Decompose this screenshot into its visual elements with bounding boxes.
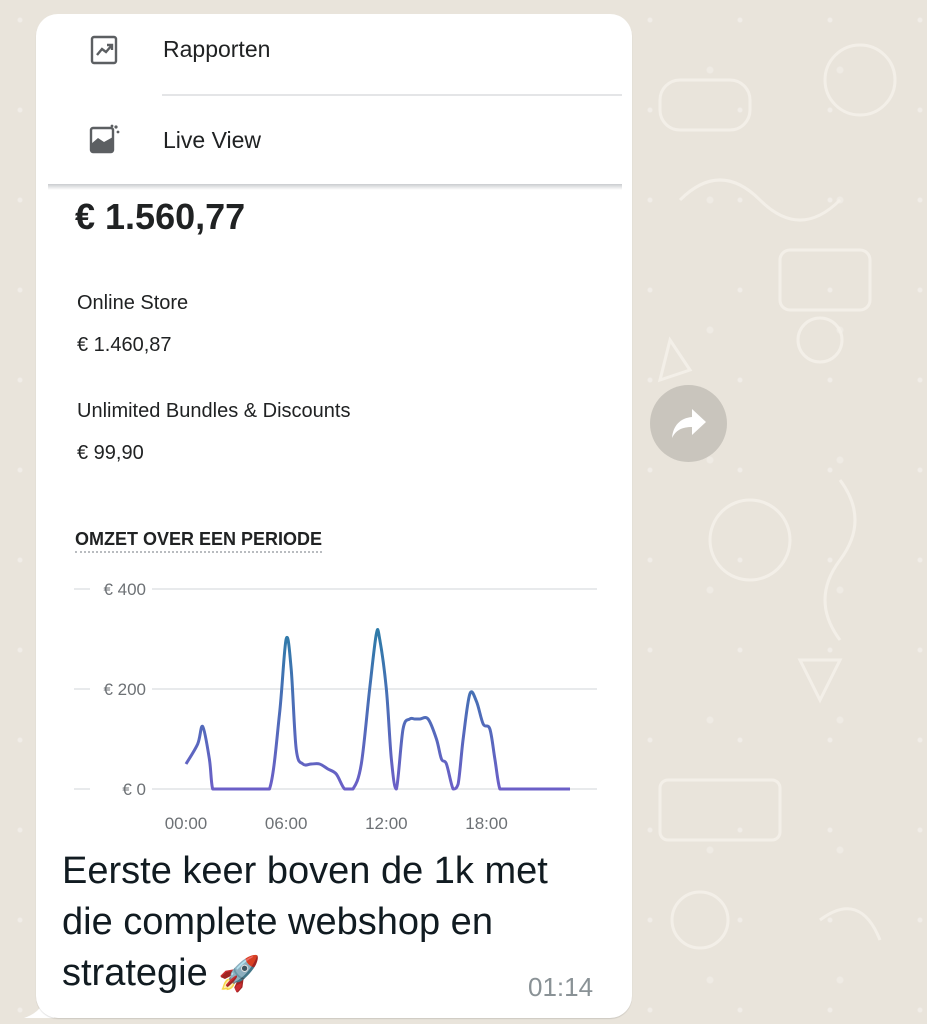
live-view-icon [89, 124, 120, 154]
message-timestamp: 01:14 [528, 972, 594, 1002]
total-sales-value: € 1.560,77 [75, 196, 246, 237]
menu-item-label: Rapporten [163, 35, 271, 62]
message-text: Eerste keer boven de 1k met die complete… [62, 850, 548, 994]
message-caption: Eerste keer boven de 1k met die complete… [62, 846, 602, 1000]
sales-chart: € 0 € 200 € 400 00:00 06:00 12:00 18:00 [74, 578, 597, 833]
menu-item-live-view[interactable]: Live View [48, 95, 622, 185]
menu-item-rapporten[interactable]: Rapporten [48, 4, 622, 94]
x-tick-label: 06:00 [265, 814, 308, 833]
x-tick-label: 00:00 [165, 814, 208, 833]
source-name: Unlimited Bundles & Discounts [77, 400, 351, 422]
menu-shadow [48, 184, 622, 190]
source-value: € 1.460,87 [77, 334, 172, 356]
rocket-emoji: 🚀 [218, 955, 261, 993]
source-value: € 99,90 [77, 442, 144, 464]
x-tick-label: 12:00 [365, 814, 408, 833]
menu-item-label: Live View [163, 126, 262, 153]
y-tick-label: € 200 [103, 680, 146, 699]
y-tick-label: € 400 [103, 580, 146, 599]
wallpaper-doodles [657, 43, 897, 950]
report-chart-icon [90, 35, 118, 65]
source-name: Online Store [77, 292, 189, 314]
forward-button[interactable] [650, 385, 727, 462]
x-tick-label: 18:00 [465, 814, 508, 833]
sales-series-line [184, 628, 570, 791]
forward-arrow-icon [671, 408, 706, 438]
y-tick-label: € 0 [122, 780, 146, 799]
chart-title: OMZET OVER EEN PERIODE [75, 529, 323, 553]
